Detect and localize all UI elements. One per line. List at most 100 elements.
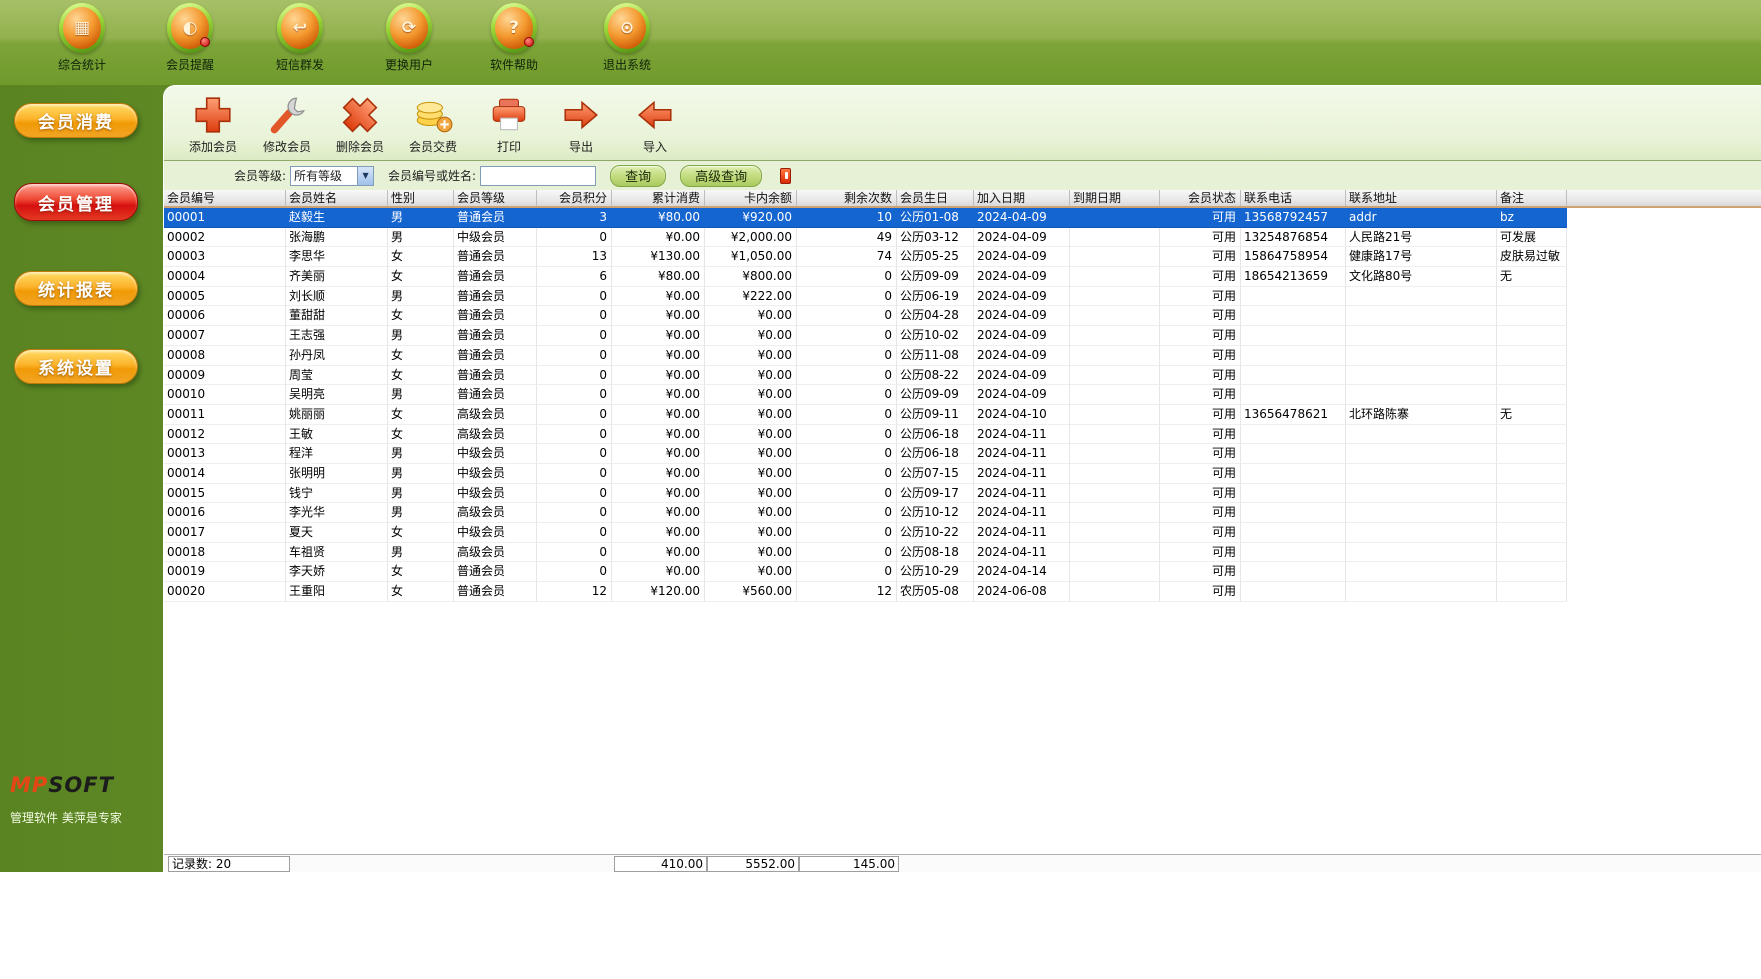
sidebar-item-member-consume[interactable]: 会员消费 bbox=[14, 103, 138, 138]
table-row[interactable]: 00008孙丹凤女普通会员0¥0.00¥0.000公历11-082024-04-… bbox=[164, 346, 1761, 366]
table-cell bbox=[1070, 444, 1160, 464]
table-row[interactable]: 00017夏天女中级会员0¥0.00¥0.000公历10-222024-04-1… bbox=[164, 523, 1761, 543]
table-cell: 可用 bbox=[1160, 267, 1241, 287]
table-cell: ¥2,000.00 bbox=[705, 228, 797, 248]
table-row[interactable]: 00020王重阳女普通会员12¥120.00¥560.0012农历05-0820… bbox=[164, 582, 1761, 602]
table-cell: 0 bbox=[537, 484, 612, 504]
advanced-search-button[interactable]: 高级查询 bbox=[680, 165, 762, 187]
table-row[interactable]: 00002张海鹏男中级会员0¥0.00¥2,000.0049公历03-12202… bbox=[164, 228, 1761, 248]
column-header-10[interactable]: 加入日期 bbox=[974, 190, 1070, 206]
table-row[interactable]: 00013程洋男中级会员0¥0.00¥0.000公历06-182024-04-1… bbox=[164, 444, 1761, 464]
import-button[interactable]: 导入 bbox=[622, 94, 688, 155]
table-row[interactable]: 00018车祖贤男高级会员0¥0.00¥0.000公历08-182024-04-… bbox=[164, 543, 1761, 563]
print-button[interactable]: 打印 bbox=[476, 94, 542, 155]
topbar-item-exit[interactable]: ⊙ 退出系统 bbox=[588, 3, 666, 73]
edit-member-icon bbox=[266, 94, 308, 136]
member-level-label: 会员等级: bbox=[234, 167, 286, 184]
column-total: 410.00 bbox=[614, 856, 707, 872]
column-header-4[interactable]: 会员等级 bbox=[454, 190, 537, 206]
topbar-label: 会员提醒 bbox=[151, 56, 229, 73]
column-header-15[interactable]: 备注 bbox=[1497, 190, 1567, 206]
table-cell bbox=[1497, 425, 1567, 445]
grid-header: 会员编号会员姓名性别会员等级会员积分累计消费卡内余额剩余次数会员生日加入日期到期… bbox=[164, 190, 1761, 208]
table-row[interactable]: 00010吴明亮男普通会员0¥0.00¥0.000公历09-092024-04-… bbox=[164, 385, 1761, 405]
table-cell bbox=[1497, 503, 1567, 523]
table-cell: ¥0.00 bbox=[705, 326, 797, 346]
topbar-item-switch-user[interactable]: ⟳ 更换用户 bbox=[370, 3, 448, 73]
table-cell: 0 bbox=[797, 444, 897, 464]
table-cell: 公历06-18 bbox=[897, 444, 974, 464]
column-header-7[interactable]: 卡内余额 bbox=[705, 190, 797, 206]
table-cell: 公历05-25 bbox=[897, 247, 974, 267]
member-payment-button[interactable]: 会员交费 bbox=[400, 94, 466, 155]
table-cell: 公历01-08 bbox=[897, 208, 974, 228]
table-cell: ¥0.00 bbox=[612, 484, 705, 504]
table-row[interactable]: 00001赵毅生男普通会员3¥80.00¥920.0010公历01-082024… bbox=[164, 208, 1761, 228]
search-button[interactable]: 查询 bbox=[610, 165, 666, 187]
edit-member-button[interactable]: 修改会员 bbox=[254, 94, 320, 155]
table-cell: 公历08-22 bbox=[897, 366, 974, 386]
table-row[interactable]: 00007王志强男普通会员0¥0.00¥0.000公历10-022024-04-… bbox=[164, 326, 1761, 346]
column-header-14[interactable]: 联系地址 bbox=[1346, 190, 1497, 206]
export-button[interactable]: 导出 bbox=[548, 94, 614, 155]
table-cell: 00014 bbox=[164, 464, 286, 484]
table-row[interactable]: 00005刘长顺男普通会员0¥0.00¥222.000公历06-192024-0… bbox=[164, 287, 1761, 307]
table-cell: 00007 bbox=[164, 326, 286, 346]
topbar-item-stats[interactable]: ▦ 综合统计 bbox=[43, 3, 121, 73]
table-cell: 程洋 bbox=[286, 444, 388, 464]
topbar-item-reminder[interactable]: ◐ 会员提醒 bbox=[151, 3, 229, 73]
sidebar-item-reports[interactable]: 统计报表 bbox=[14, 271, 138, 306]
table-cell: 2024-04-11 bbox=[974, 444, 1070, 464]
column-header-11[interactable]: 到期日期 bbox=[1070, 190, 1160, 206]
column-header-12[interactable]: 会员状态 bbox=[1160, 190, 1241, 206]
topbar-item-help[interactable]: ? 软件帮助 bbox=[475, 3, 553, 73]
table-row[interactable]: 00014张明明男中级会员0¥0.00¥0.000公历07-152024-04-… bbox=[164, 464, 1761, 484]
table-cell: 男 bbox=[388, 503, 454, 523]
table-cell: 可用 bbox=[1160, 484, 1241, 504]
table-cell bbox=[1497, 464, 1567, 484]
sidebar-item-settings[interactable]: 系统设置 bbox=[14, 349, 138, 384]
topbar-item-sms[interactable]: ↩ 短信群发 bbox=[261, 3, 339, 73]
column-header-9[interactable]: 会员生日 bbox=[897, 190, 974, 206]
table-row[interactable]: 00011姚丽丽女高级会员0¥0.00¥0.000公历09-112024-04-… bbox=[164, 405, 1761, 425]
table-row[interactable]: 00016李光华男高级会员0¥0.00¥0.000公历10-122024-04-… bbox=[164, 503, 1761, 523]
sidebar-item-member-manage[interactable]: 会员管理 bbox=[14, 183, 138, 221]
table-row[interactable]: 00015钱宁男中级会员0¥0.00¥0.000公历09-172024-04-1… bbox=[164, 484, 1761, 504]
column-header-1[interactable]: 会员编号 bbox=[164, 190, 286, 206]
table-cell: 13656478621 bbox=[1241, 405, 1346, 425]
column-header-13[interactable]: 联系电话 bbox=[1241, 190, 1346, 206]
table-cell: bz bbox=[1497, 208, 1567, 228]
topbar-label: 短信群发 bbox=[261, 56, 339, 73]
column-header-5[interactable]: 会员积分 bbox=[537, 190, 612, 206]
print-icon bbox=[488, 94, 530, 136]
table-cell: 0 bbox=[797, 484, 897, 504]
table-row[interactable]: 00006董甜甜女普通会员0¥0.00¥0.000公历04-282024-04-… bbox=[164, 306, 1761, 326]
table-row[interactable]: 00012王敏女高级会员0¥0.00¥0.000公历06-182024-04-1… bbox=[164, 425, 1761, 445]
table-row[interactable]: 00019李天娇女普通会员0¥0.00¥0.000公历10-292024-04-… bbox=[164, 562, 1761, 582]
table-cell bbox=[1241, 425, 1346, 445]
table-cell: 0 bbox=[797, 306, 897, 326]
table-cell: 孙丹凤 bbox=[286, 346, 388, 366]
member-keyword-input[interactable] bbox=[480, 166, 596, 186]
table-cell: ¥0.00 bbox=[612, 405, 705, 425]
sms-icon: ↩ bbox=[277, 3, 323, 53]
member-level-select[interactable]: 所有等级 ▼ bbox=[290, 166, 374, 186]
add-member-button[interactable]: 添加会员 bbox=[180, 94, 246, 155]
notification-dot bbox=[524, 37, 534, 47]
reminder-icon: ◐ bbox=[167, 3, 213, 53]
column-header-3[interactable]: 性别 bbox=[388, 190, 454, 206]
table-cell: 男 bbox=[388, 208, 454, 228]
table-row[interactable]: 00003李思华女普通会员13¥130.00¥1,050.0074公历05-25… bbox=[164, 247, 1761, 267]
table-cell: ¥0.00 bbox=[612, 562, 705, 582]
table-cell bbox=[1346, 523, 1497, 543]
table-cell: ¥0.00 bbox=[612, 464, 705, 484]
table-row[interactable]: 00009周莹女普通会员0¥0.00¥0.000公历08-222024-04-0… bbox=[164, 366, 1761, 386]
alert-indicator-icon[interactable] bbox=[780, 168, 791, 184]
column-header-2[interactable]: 会员姓名 bbox=[286, 190, 388, 206]
table-row[interactable]: 00004齐美丽女普通会员6¥80.00¥800.000公历09-092024-… bbox=[164, 267, 1761, 287]
table-cell: 可用 bbox=[1160, 503, 1241, 523]
table-cell bbox=[1241, 287, 1346, 307]
column-header-8[interactable]: 剩余次数 bbox=[797, 190, 897, 206]
column-header-6[interactable]: 累计消费 bbox=[612, 190, 705, 206]
delete-member-button[interactable]: 删除会员 bbox=[327, 94, 393, 155]
